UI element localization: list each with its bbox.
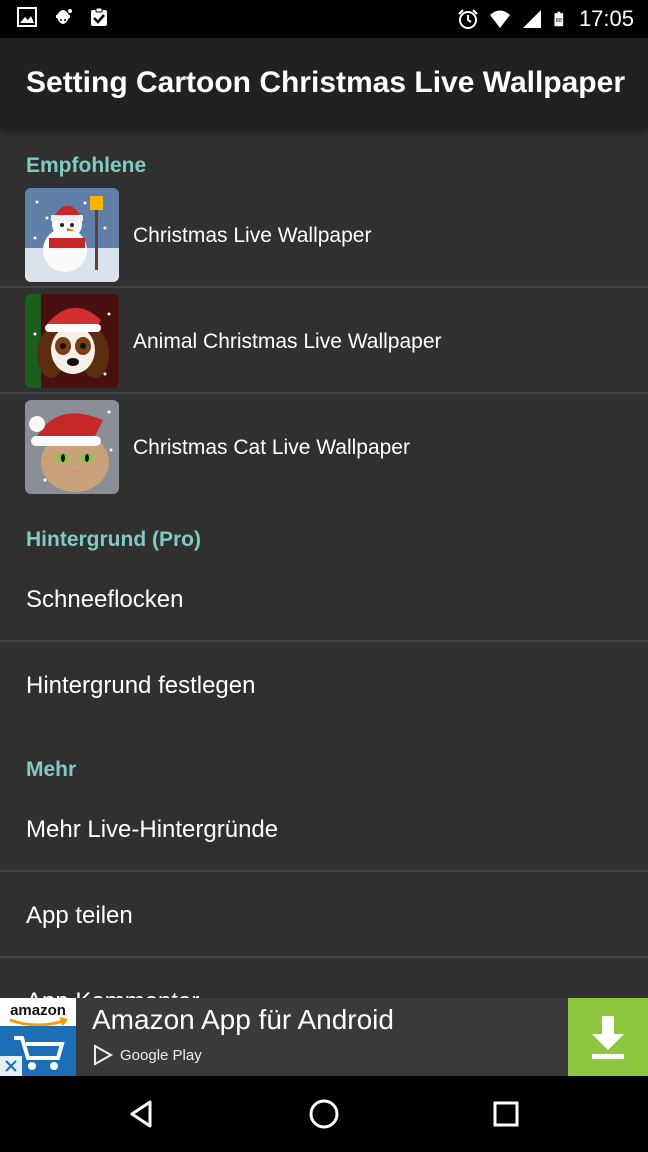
divider (0, 286, 648, 288)
download-icon (592, 1016, 624, 1059)
google-play-label: Google Play (120, 1046, 202, 1064)
dog-santa-hat-thumbnail (25, 294, 119, 388)
recommended-item-label: Christmas Live Wallpaper (133, 224, 372, 247)
divider (0, 392, 648, 394)
wifi-icon (489, 10, 510, 28)
category-recommended: Empfohlene (26, 154, 147, 177)
cat-santa-hat-thumbnail (25, 400, 119, 494)
category-background-pro: Hintergrund (Pro) (26, 528, 201, 551)
divider (0, 956, 648, 958)
setting-set-wallpaper[interactable]: Hintergrund festlegen (26, 672, 255, 700)
recommended-item-label: Christmas Cat Live Wallpaper (133, 436, 410, 459)
divider (0, 640, 648, 642)
ad-close-icon[interactable] (0, 1056, 22, 1076)
recents-icon[interactable] (486, 1094, 526, 1134)
svg-text:88: 88 (556, 18, 562, 24)
home-icon[interactable] (304, 1094, 344, 1134)
snowman-thumbnail (25, 188, 119, 282)
svg-text:amazon: amazon (10, 1002, 66, 1019)
signal-icon (522, 10, 541, 28)
clipboard-check-icon (91, 7, 107, 26)
recommended-item-christmas-live-wallpaper[interactable]: Christmas Live Wallpaper (0, 188, 648, 294)
ad-title: Amazon App für Android (92, 1004, 394, 1035)
divider (0, 870, 648, 872)
navigation-bar (0, 1076, 648, 1152)
setting-app-comment[interactable]: App Kommentar (26, 988, 199, 998)
status-bar: 88 17:05 (0, 0, 648, 38)
google-play-badge: Google Play (92, 1044, 202, 1066)
ad-banner[interactable]: amazon Amazon App für Android Google Pla… (0, 998, 648, 1076)
alarm-icon (458, 9, 478, 29)
recommended-item-label: Animal Christmas Live Wallpaper (133, 330, 442, 353)
settings-list[interactable]: Empfohlene Christmas Live Wallpaper Anim… (0, 128, 648, 998)
google-play-icon (94, 1044, 114, 1066)
recommended-item-animal-christmas-live-wallpaper[interactable]: Animal Christmas Live Wallpaper (0, 294, 648, 400)
santa-icon (56, 9, 72, 24)
app-bar: Setting Cartoon Christmas Live Wallpaper (0, 38, 648, 128)
setting-snowflakes[interactable]: Schneeflocken (26, 586, 183, 614)
battery-icon: 88 (554, 11, 564, 27)
clock: 17:05 (578, 6, 634, 31)
download-button[interactable] (568, 998, 648, 1076)
setting-share-app[interactable]: App teilen (26, 902, 133, 930)
category-more: Mehr (26, 758, 77, 781)
image-icon (17, 7, 37, 27)
page-title: Setting Cartoon Christmas Live Wallpaper (26, 66, 625, 99)
recommended-item-christmas-cat-live-wallpaper[interactable]: Christmas Cat Live Wallpaper (0, 400, 648, 506)
setting-more-live-wallpapers[interactable]: Mehr Live-Hintergründe (26, 816, 278, 844)
back-icon[interactable] (122, 1094, 162, 1134)
